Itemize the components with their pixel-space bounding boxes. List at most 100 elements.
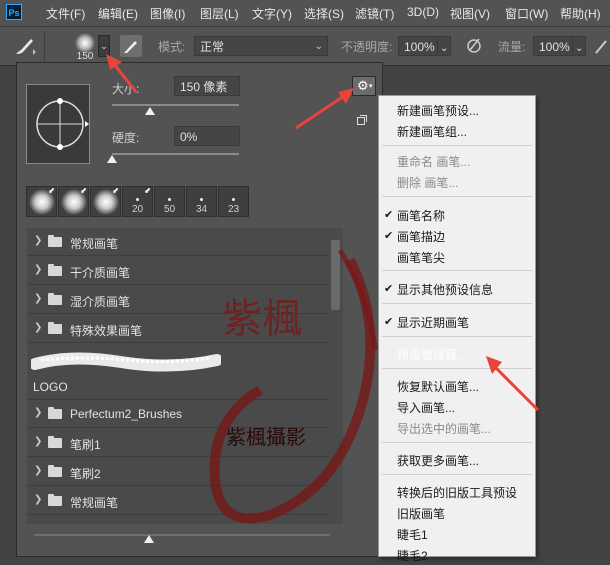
context-menu-item[interactable]: 画笔描边 [397,228,445,246]
menu-filter[interactable]: 滤镜(T) [355,5,394,22]
brush-tip-dot-icon [232,198,235,201]
hardness-field[interactable]: 0% [174,126,240,146]
context-menu-item[interactable]: 显示近期画笔 [397,314,469,332]
folder-icon [48,264,62,276]
recent-brush-tip[interactable]: ⬋ [90,186,121,217]
context-menu-item[interactable]: 显示其他预设信息 [397,281,493,299]
brush-angle-preview[interactable] [26,84,90,164]
context-menu-item[interactable]: 预设管理器... [397,346,467,364]
menu-separator [382,270,532,271]
brush-group-label: 笔刷1 [70,438,101,452]
context-menu-item[interactable]: 新建画笔组... [397,123,467,141]
hardness-label: 硬度: [112,131,140,145]
brush-group-row[interactable]: ❯ 湿介质画笔 [27,286,329,314]
menu-separator [382,196,532,197]
chevron-down-icon: ⌄ [440,43,449,54]
context-menu-item[interactable]: 画笔名称 [397,207,445,225]
airbrush-icon[interactable] [594,35,610,57]
flow-value: 100% [539,40,570,54]
chevron-right-icon: ❯ [34,436,43,447]
chevron-right-icon: ❯ [34,465,43,476]
preview-size-slider-track[interactable] [34,534,330,536]
brush-tip-size: 23 [227,204,240,215]
brush-tip-size: 50 [163,204,176,215]
hardness-slider-thumb[interactable] [107,155,117,163]
hardness-value: 0% [180,130,198,144]
brush-group-row[interactable]: ❯ Perfectum2_Brushes [27,400,329,428]
chevron-down-icon: ▾ [369,83,373,90]
chevron-down-icon: ⌄ [575,43,584,54]
recent-brush-tip[interactable]: ⬋ [26,186,57,217]
brush-angle-crosshair-icon [36,98,89,150]
flow-dropdown[interactable]: ⌄ [572,36,586,56]
menu-separator [382,145,532,146]
opacity-dropdown[interactable]: ⌄ [437,36,451,56]
menu-file[interactable]: 文件(F) [46,5,85,22]
context-menu-item[interactable]: 新建画笔预设... [397,102,479,120]
folder-icon [48,465,62,477]
brush-group-row[interactable]: ❯ 干介质画笔 [27,257,329,285]
folder-icon [48,494,62,506]
pressure-indicator-icon: ⬋ [48,186,55,195]
context-menu-item[interactable]: 旧版画笔 [397,505,445,523]
context-menu-item[interactable]: 获取更多画笔... [397,452,479,470]
context-menu-item: 导出选中的画笔... [397,422,492,436]
gear-icon: ⚙ [357,78,369,93]
context-menu-item[interactable]: 恢复默认画笔... [397,378,479,396]
brush-group-row[interactable]: ❯ 常规画笔 [27,228,329,256]
recent-brush-tip[interactable]: 34 [186,186,217,217]
brush-size-readout: 150 [76,51,94,62]
opacity-value: 100% [404,40,435,54]
brush-group-row[interactable]: ❯ 笔刷2 [27,458,329,486]
menu-image[interactable]: 图像(I) [150,5,185,22]
size-slider-track[interactable] [112,104,239,106]
menu-edit[interactable]: 编辑(E) [98,5,138,22]
pressure-opacity-icon[interactable] [464,35,484,57]
menu-3d[interactable]: 3D(D) [407,5,439,19]
brush-group-row[interactable]: ❯ 常规画笔 [27,487,329,515]
size-value: 150 像素 [180,80,228,94]
brush-group-list: ❯ 常规画笔 ❯ 干介质画笔 ❯ 湿介质画笔 ❯ 特殊效果画笔 LOGO ❯ P… [27,228,329,524]
preview-size-slider-thumb[interactable] [144,535,154,543]
brush-preset-item[interactable]: LOGO [27,344,329,400]
chevron-right-icon: ❯ [34,494,43,505]
brush-group-row[interactable]: ❯ 特殊效果画笔 [27,315,329,343]
opacity-label: 不透明度: [341,40,393,54]
context-menu-item[interactable]: 画笔笔尖 [397,249,445,267]
size-slider-thumb[interactable] [145,107,156,115]
panel-menu-button[interactable]: ⚙ ▾ [352,76,376,96]
brush-group-label: 特殊效果画笔 [70,324,143,338]
brush-tip-dot-icon [200,198,203,201]
context-menu-item[interactable]: 转换后的旧版工具预设 [397,484,517,502]
context-menu-item[interactable]: 睫毛1 [397,526,428,544]
hardness-slider-track[interactable] [112,153,239,155]
chevron-down-icon[interactable]: ⌄ [98,35,110,57]
recent-brush-tip[interactable]: ⬋ 20 [122,186,153,217]
brush-preset-picker[interactable]: 150 [68,31,102,63]
context-menu-item[interactable]: 导入画笔... [397,399,455,417]
brush-settings-panel-icon[interactable] [120,35,142,57]
recent-brush-tip[interactable]: 50 [154,186,185,217]
brush-tool-icon[interactable] [12,35,38,57]
recent-brush-tip[interactable]: ⬋ [58,186,89,217]
menu-type[interactable]: 文字(Y) [252,5,292,22]
menu-help[interactable]: 帮助(H) [560,5,601,22]
menu-layer[interactable]: 图层(L) [200,5,239,22]
size-field[interactable]: 150 像素 [174,76,240,96]
recent-brush-tip[interactable]: 23 [218,186,249,217]
brush-group-row[interactable]: ❯ 笔刷1 [27,429,329,457]
mode-dropdown[interactable]: 正常 ⌄ [194,36,328,56]
menu-view[interactable]: 视图(V) [450,5,490,22]
brush-tip-dot-icon [168,198,171,201]
opacity-field[interactable]: 100% [398,36,438,56]
list-scrollbar-thumb[interactable] [331,240,340,310]
context-menu-item[interactable]: 睫毛2 [397,547,428,565]
folder-icon [48,235,62,247]
menu-select[interactable]: 选择(S) [304,5,344,22]
new-preset-icon[interactable] [356,114,368,126]
mode-value: 正常 [200,40,225,54]
brush-group-label: 笔刷2 [70,467,101,481]
options-bar: 150 ⌄ 模式: 正常 ⌄ 不透明度: 100% ⌄ 流量: 100% ⌄ [0,27,610,66]
flow-field[interactable]: 100% [533,36,573,56]
menu-window[interactable]: 窗口(W) [505,5,548,22]
